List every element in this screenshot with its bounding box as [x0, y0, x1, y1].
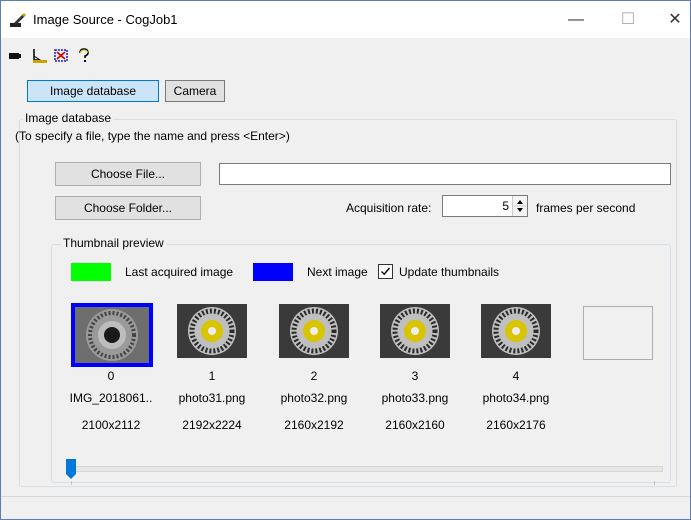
acquisition-rate-spinner[interactable]: [512, 196, 527, 216]
thumbnail-dimensions: 2160x2192: [284, 418, 344, 432]
tab-camera[interactable]: Camera: [165, 80, 225, 102]
slider-tick: [71, 481, 72, 485]
minimize-button[interactable]: —: [554, 7, 598, 33]
acquisition-rate-value: 5: [502, 199, 509, 213]
thumbnail-slider-thumb[interactable]: [65, 458, 77, 480]
thumbnail-preview-label: Thumbnail preview: [61, 236, 166, 250]
next-image-swatch: [253, 263, 293, 281]
bottom-divider: [1, 496, 690, 497]
thumbnail-index: 0: [107, 369, 115, 383]
gear-image: [177, 304, 247, 358]
close-button[interactable]: ✕: [653, 7, 691, 33]
gear-image: [279, 304, 349, 358]
image-source-window: Image Source - CogJob1 — ☐ ✕ Image datab…: [0, 0, 691, 520]
grid-select-icon[interactable]: [53, 48, 71, 64]
thumbnail-dimensions: 2160x2176: [486, 418, 546, 432]
choose-file-button[interactable]: Choose File...: [55, 162, 201, 186]
checkmark-icon: [381, 267, 391, 276]
toolbar: [1, 38, 690, 74]
gear-image: [481, 304, 551, 358]
thumbnail-dimensions: 2192x2224: [182, 418, 242, 432]
maximize-button[interactable]: ☐: [606, 7, 650, 33]
acquisition-rate-input[interactable]: 5: [442, 195, 528, 217]
slider-tick: [654, 481, 655, 485]
thumbnail-0[interactable]: [71, 303, 153, 367]
thumbnail-dimensions: 2100x2112: [81, 418, 141, 432]
thumbnail-index: 2: [310, 369, 318, 383]
gear-image: [75, 307, 149, 363]
image-database-label: Image database: [23, 111, 114, 125]
thumbnail-index: 4: [512, 369, 520, 383]
app-icon: [10, 13, 26, 27]
title-bar: Image Source - CogJob1 — ☐ ✕: [1, 1, 690, 38]
acquisition-rate-unit: frames per second: [536, 201, 636, 215]
thumbnail-4[interactable]: [481, 304, 559, 364]
help-icon[interactable]: [75, 48, 93, 64]
next-image-label: Next image: [307, 265, 368, 279]
thumbnail-filename: IMG_2018061..: [69, 391, 153, 405]
file-hint-text: (To specify a file, type the name and pr…: [15, 129, 290, 143]
window-title: Image Source - CogJob1: [33, 12, 178, 27]
thumbnail-filename: photo32.png: [280, 391, 348, 405]
thumbnail-filename: photo34.png: [482, 391, 550, 405]
thumbnail-index: 3: [411, 369, 419, 383]
acquisition-rate-label: Acquisition rate:: [346, 201, 432, 215]
thumbnail-dimensions: 2160x2160: [385, 418, 445, 432]
thumbnail-slider-track[interactable]: [67, 466, 663, 472]
spinner-arrows-icon: [513, 200, 527, 212]
thumbnail-2[interactable]: [279, 304, 357, 364]
file-path-input[interactable]: [219, 163, 671, 185]
thumbnail-filename: photo31.png: [178, 391, 246, 405]
camera-icon[interactable]: [9, 51, 21, 61]
last-acquired-label: Last acquired image: [125, 265, 234, 279]
image-load-icon[interactable]: [31, 48, 49, 64]
thumbnail-1[interactable]: [177, 304, 255, 364]
thumbnail-3[interactable]: [380, 304, 458, 364]
update-thumbnails-label: Update thumbnails: [399, 265, 500, 279]
tab-image-database[interactable]: Image database: [27, 80, 159, 102]
update-thumbnails-checkbox[interactable]: [378, 264, 393, 279]
last-acquired-swatch: [71, 263, 111, 281]
gear-image: [380, 304, 450, 358]
thumbnail-index: 1: [208, 369, 216, 383]
choose-folder-button[interactable]: Choose Folder...: [55, 196, 201, 220]
thumbnail-filename: photo33.png: [381, 391, 449, 405]
thumbnail-empty: [583, 306, 653, 360]
